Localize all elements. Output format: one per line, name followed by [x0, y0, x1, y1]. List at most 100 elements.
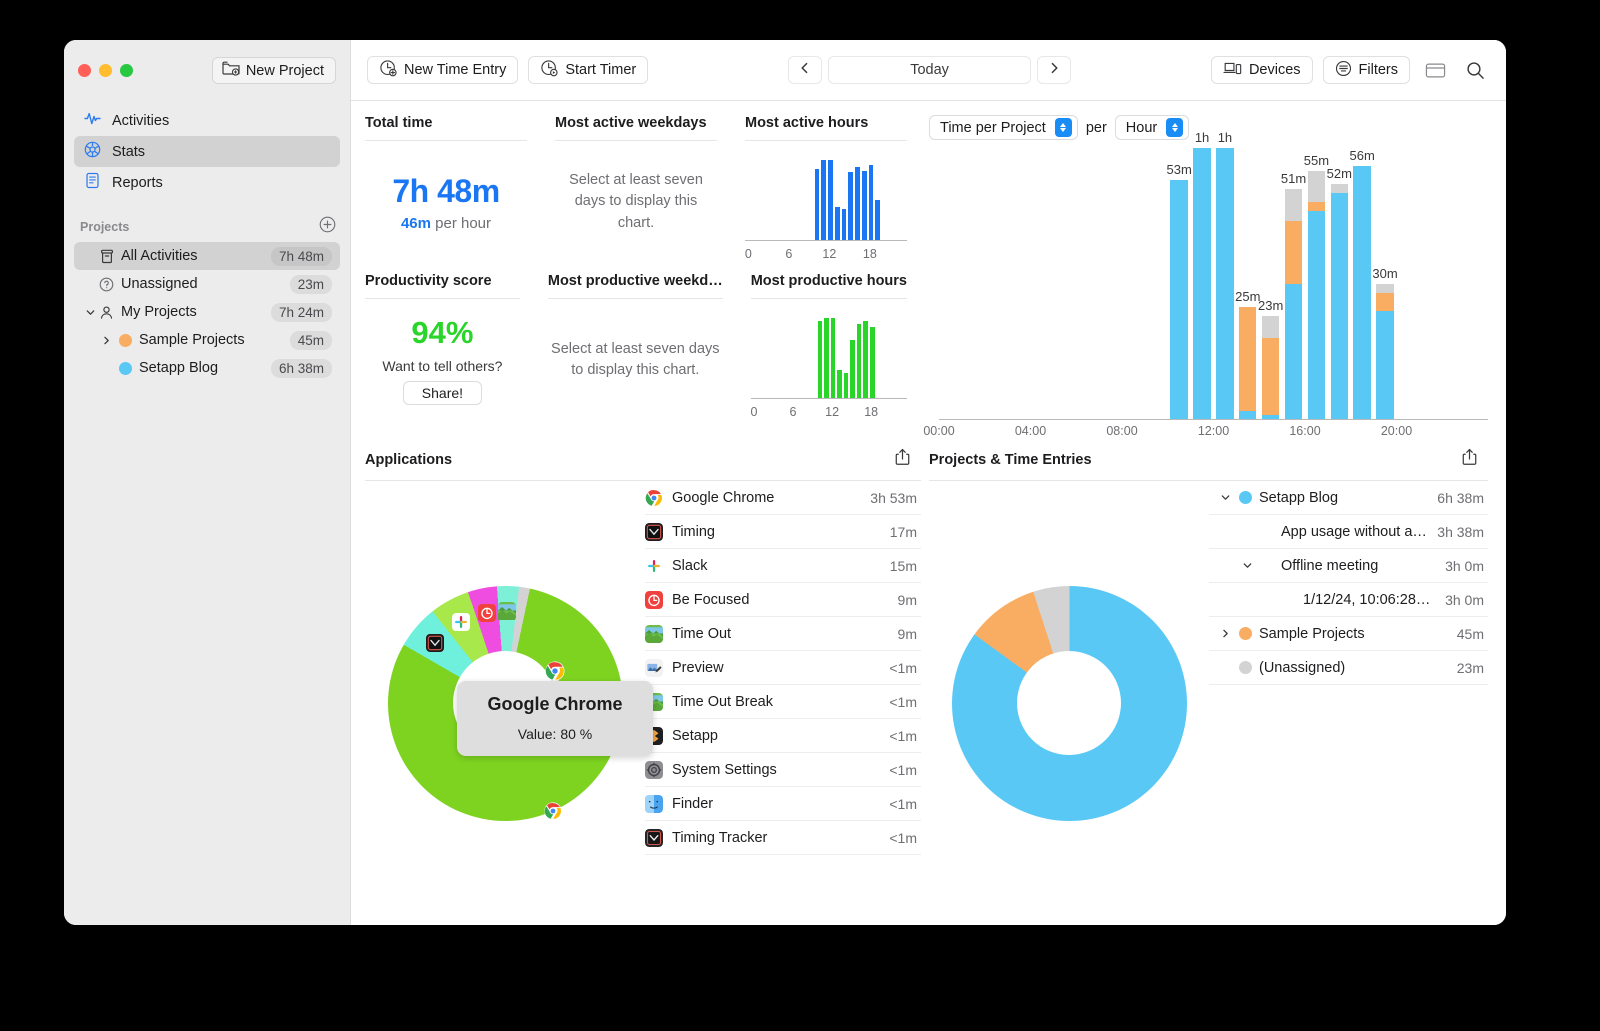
sidebar-item-activities[interactable]: Activities — [74, 105, 340, 136]
application-row[interactable]: Timing17m — [645, 515, 921, 549]
project-label: Setapp Blog — [139, 360, 218, 376]
application-row[interactable]: Time Out Break<1m — [645, 685, 921, 719]
mini-bar — [835, 207, 840, 240]
application-name: Time Out Break — [672, 694, 773, 710]
per-label: per — [1086, 120, 1107, 136]
be-focused-icon — [477, 603, 496, 622]
stat-cards-row-1: Total time 7h 48m 46m per hour Most acti… — [351, 101, 921, 263]
filters-button[interactable]: Filters — [1323, 56, 1410, 84]
zoom-button[interactable] — [120, 64, 133, 77]
sidebar-item-reports[interactable]: Reports — [74, 167, 340, 198]
bar-column[interactable] — [1170, 180, 1187, 420]
project-duration: 6h 38m — [271, 359, 332, 378]
application-row[interactable]: Finder <1m — [645, 787, 921, 821]
bar-column[interactable] — [1285, 189, 1302, 420]
share-icon[interactable] — [894, 448, 911, 471]
person-icon — [98, 305, 115, 320]
new-project-button[interactable]: New Project — [212, 57, 336, 84]
axis-tick-label: 08:00 — [1106, 424, 1137, 438]
projects-list: All Activities 7h 48m Unassigned 23m — [64, 242, 350, 382]
bar-column[interactable] — [1308, 171, 1325, 420]
project-color-dot — [1239, 661, 1252, 674]
bar-segment — [1216, 148, 1233, 420]
project-color-dot — [1239, 491, 1252, 504]
previous-day-button[interactable] — [788, 56, 822, 84]
inspector-panel-icon[interactable] — [1420, 56, 1450, 84]
preview-icon — [645, 659, 663, 677]
sidebar-item-stats[interactable]: Stats — [74, 136, 340, 167]
applications-donut-wrap: Google Chrome Value: 80 % — [365, 481, 645, 925]
application-duration: <1m — [889, 796, 917, 812]
bar-segment — [1262, 316, 1279, 339]
activity-pulse-icon — [84, 110, 101, 131]
bar-column[interactable] — [1331, 184, 1348, 420]
project-row-unassigned[interactable]: Unassigned 23m — [74, 270, 340, 298]
chevron-down-icon[interactable] — [1239, 560, 1255, 571]
bar-column[interactable] — [1353, 166, 1370, 420]
share-button[interactable]: Share! — [403, 381, 482, 405]
bottom-panels: Applications — [351, 448, 1506, 925]
mini-bar — [815, 169, 820, 240]
chart-most-productive-hours: 061218 — [751, 299, 907, 421]
applications-panel-title: Applications — [365, 452, 452, 468]
today-button[interactable]: Today — [828, 56, 1031, 84]
mini-axis: 061218 — [751, 405, 907, 421]
start-timer-button[interactable]: Start Timer — [528, 56, 648, 84]
chart-tooltip: Google Chrome Value: 80 % — [457, 681, 653, 756]
bar-column[interactable] — [1376, 284, 1393, 420]
share-icon[interactable] — [1461, 448, 1478, 471]
bar-value-label: 51m — [1281, 171, 1306, 186]
search-icon[interactable] — [1460, 56, 1490, 84]
time-entry-row[interactable]: 1/12/24, 10:06:28…3h 0m — [1209, 583, 1488, 617]
time-entry-row[interactable]: (Unassigned)23m — [1209, 651, 1488, 685]
bar-column[interactable] — [1262, 316, 1279, 420]
unit-select[interactable]: Hour — [1115, 115, 1189, 140]
mini-bar — [818, 321, 823, 398]
time-entry-duration: 6h 38m — [1427, 490, 1484, 506]
chevron-down-icon[interactable] — [1217, 492, 1233, 503]
application-row[interactable]: Preview<1m — [645, 651, 921, 685]
application-row[interactable]: Slack15m — [645, 549, 921, 583]
projects-donut-chart[interactable] — [952, 586, 1187, 821]
new-time-entry-button[interactable]: New Time Entry — [367, 56, 518, 84]
time-entry-row[interactable]: App usage without a t…3h 38m — [1209, 515, 1488, 549]
close-button[interactable] — [78, 64, 91, 77]
application-row[interactable]: Setapp<1m — [645, 719, 921, 753]
application-row[interactable]: System Settings<1m — [645, 753, 921, 787]
application-row[interactable]: Google Chrome3h 53m — [645, 481, 921, 515]
application-row[interactable]: Time Out9m — [645, 617, 921, 651]
application-row[interactable]: Be Focused9m — [645, 583, 921, 617]
chevron-right-icon[interactable] — [98, 335, 114, 346]
time-entry-row[interactable]: Offline meeting3h 0m — [1209, 549, 1488, 583]
bar-column[interactable] — [1193, 148, 1210, 420]
chevron-down-icon[interactable] — [82, 307, 98, 318]
mini-bar — [862, 171, 867, 240]
project-row-sample-projects[interactable]: Sample Projects 45m — [74, 326, 340, 354]
project-row-setapp-blog[interactable]: Setapp Blog 6h 38m — [74, 354, 340, 382]
devices-button[interactable]: Devices — [1211, 56, 1313, 84]
application-name: Finder — [672, 796, 713, 812]
bar-column[interactable] — [1239, 307, 1256, 420]
time-entry-duration: 3h 38m — [1427, 524, 1484, 540]
minimize-button[interactable] — [99, 64, 112, 77]
mini-bar — [821, 160, 826, 240]
application-row[interactable]: Timing Tracker<1m — [645, 821, 921, 855]
time-entry-row[interactable]: Sample Projects45m — [1209, 617, 1488, 651]
slack-icon — [452, 613, 471, 632]
project-row-all-activities[interactable]: All Activities 7h 48m — [74, 242, 340, 270]
application-name: System Settings — [672, 762, 777, 778]
time-entry-row[interactable]: Setapp Blog6h 38m — [1209, 481, 1488, 515]
plus-circle-icon[interactable] — [319, 216, 336, 238]
stat-cards: Total time 7h 48m 46m per hour Most acti… — [351, 101, 921, 448]
axis-tick-label: 0 — [750, 405, 757, 419]
project-row-my-projects[interactable]: My Projects 7h 24m — [74, 298, 340, 326]
chevron-right-icon[interactable] — [1217, 628, 1233, 639]
bar-segment — [1308, 202, 1325, 211]
next-day-button[interactable] — [1037, 56, 1071, 84]
chevron-updown-icon — [1055, 118, 1072, 137]
card-most-productive-hours: Most productive hours 061218 — [737, 273, 921, 421]
metric-select[interactable]: Time per Project — [929, 115, 1078, 140]
axis-line — [939, 419, 1488, 420]
bar-segment — [1193, 148, 1210, 420]
bar-column[interactable] — [1216, 148, 1233, 420]
